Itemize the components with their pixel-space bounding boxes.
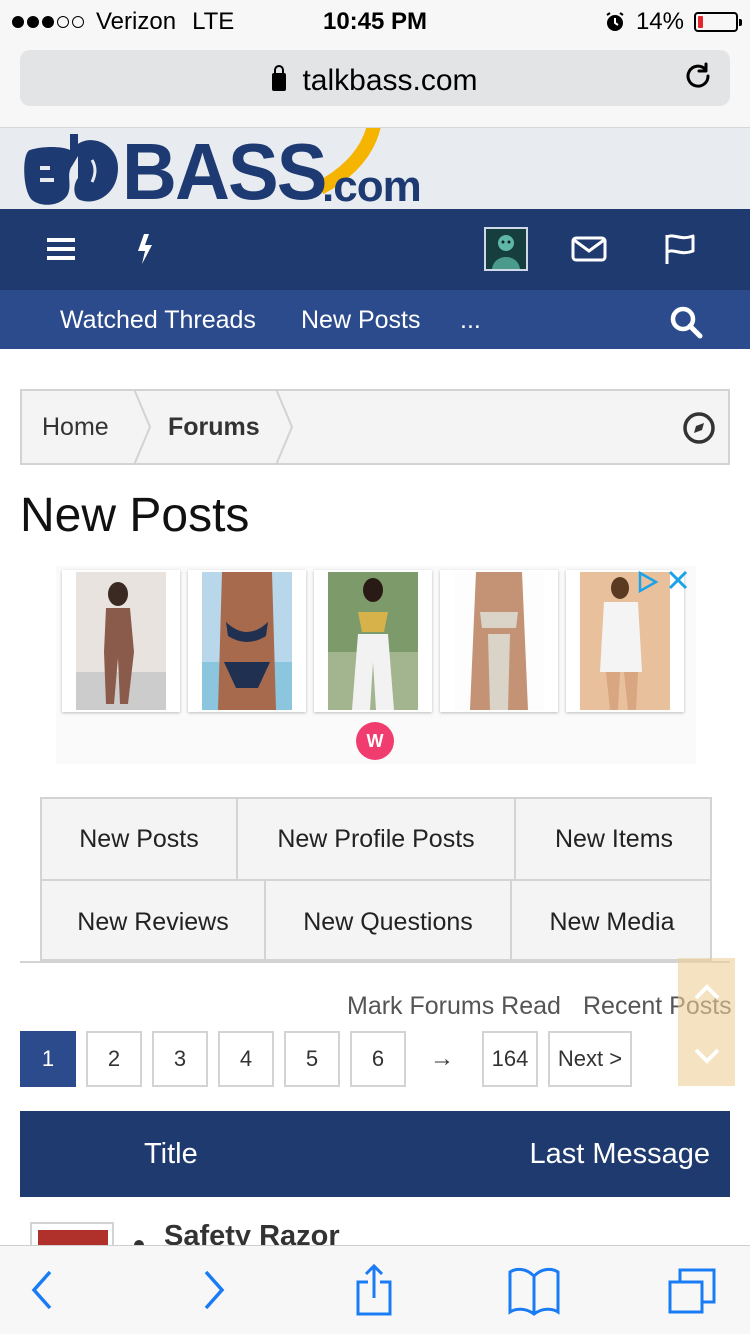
- chevron-down-icon[interactable]: [692, 1046, 722, 1066]
- site-logo[interactable]: BASS .com: [0, 128, 750, 209]
- alarm-icon: [606, 12, 624, 31]
- page-skip-arrow: →: [430, 1045, 454, 1072]
- new-content-tabs: New Posts New Profile Posts New Items Ne…: [40, 797, 712, 963]
- breadcrumb-separator-icon: [275, 389, 294, 465]
- ad-product-image: [76, 572, 166, 710]
- tab-new-profile-posts[interactable]: New Profile Posts: [238, 799, 516, 881]
- page-link-6[interactable]: 6: [350, 1031, 406, 1087]
- breadcrumb-separator-icon: [133, 389, 152, 465]
- next-page-button[interactable]: Next >: [548, 1031, 632, 1087]
- tab-new-media[interactable]: New Media: [512, 881, 712, 963]
- column-title[interactable]: Title: [144, 1138, 198, 1171]
- status-bar: Verizon LTE 10:45 PM 14%: [0, 0, 750, 40]
- column-last-message[interactable]: Last Message: [529, 1138, 710, 1171]
- guitar-logo-icon: [24, 134, 118, 205]
- nav-watched-threads[interactable]: Watched Threads: [60, 306, 256, 335]
- adchoices-icon[interactable]: [636, 570, 660, 594]
- main-navbar: [0, 209, 750, 290]
- divider: [20, 961, 730, 963]
- ad-product-tile[interactable]: [188, 570, 306, 712]
- page-link-4[interactable]: 4: [218, 1031, 274, 1087]
- page-link-5[interactable]: 5: [284, 1031, 340, 1087]
- logo-wordmark: BASS: [122, 128, 327, 210]
- ad-product-image: [454, 572, 544, 710]
- breadcrumb: Home Forums: [20, 389, 730, 465]
- menu-icon[interactable]: [44, 231, 80, 267]
- bookmarks-icon[interactable]: [506, 1264, 562, 1316]
- page-title: New Posts: [20, 489, 250, 542]
- scroll-top-bottom-control[interactable]: [678, 958, 735, 1086]
- advertisement[interactable]: W: [56, 566, 696, 764]
- ad-close-icon[interactable]: [666, 568, 690, 592]
- tab-new-reviews[interactable]: New Reviews: [42, 881, 266, 963]
- page-link-2[interactable]: 2: [86, 1031, 142, 1087]
- url-text: talkbass.com: [302, 64, 478, 97]
- chevron-up-icon[interactable]: [692, 982, 722, 1002]
- browser-chrome: talkbass.com: [0, 40, 750, 128]
- tabs-icon[interactable]: [664, 1264, 720, 1316]
- page-link-last[interactable]: 164: [482, 1031, 538, 1087]
- back-icon[interactable]: [16, 1264, 72, 1316]
- user-avatar[interactable]: [484, 227, 528, 271]
- compass-icon[interactable]: [682, 411, 716, 445]
- lightning-icon[interactable]: [128, 231, 164, 267]
- ad-product-image: [328, 572, 418, 710]
- sub-navbar: Watched Threads New Posts ...: [0, 290, 750, 349]
- ad-product-tile[interactable]: [314, 570, 432, 712]
- breadcrumb-home[interactable]: Home: [42, 413, 109, 442]
- share-icon[interactable]: [346, 1264, 402, 1316]
- inbox-icon[interactable]: [570, 231, 608, 267]
- page-link-3[interactable]: 3: [152, 1031, 208, 1087]
- tab-new-questions[interactable]: New Questions: [266, 881, 512, 963]
- search-icon[interactable]: [668, 304, 704, 340]
- logo-suffix: .com: [322, 162, 422, 209]
- ad-product-image: [202, 572, 292, 710]
- nav-new-posts[interactable]: New Posts: [301, 306, 420, 335]
- nav-more[interactable]: ...: [460, 306, 481, 335]
- forward-icon[interactable]: [184, 1264, 240, 1316]
- battery-percent: 14%: [635, 8, 684, 35]
- address-bar[interactable]: talkbass.com: [20, 50, 730, 106]
- mark-forums-read-link[interactable]: Mark Forums Read: [347, 992, 561, 1021]
- battery-icon: [694, 12, 742, 32]
- tab-new-posts[interactable]: New Posts: [42, 799, 238, 881]
- browser-toolbar: [0, 1245, 750, 1334]
- ad-product-tile[interactable]: [62, 570, 180, 712]
- threads-table-header: Title Last Message: [20, 1111, 730, 1197]
- lock-icon: [272, 65, 287, 91]
- alerts-flag-icon[interactable]: [662, 231, 698, 267]
- page-link-1[interactable]: 1: [20, 1031, 76, 1087]
- ad-brand-badge[interactable]: W: [356, 722, 394, 760]
- avatar-image-icon: [486, 229, 526, 269]
- ad-product-tile[interactable]: [440, 570, 558, 712]
- breadcrumb-forums[interactable]: Forums: [168, 413, 260, 442]
- tab-new-items[interactable]: New Items: [516, 799, 712, 881]
- reload-icon[interactable]: [684, 62, 714, 92]
